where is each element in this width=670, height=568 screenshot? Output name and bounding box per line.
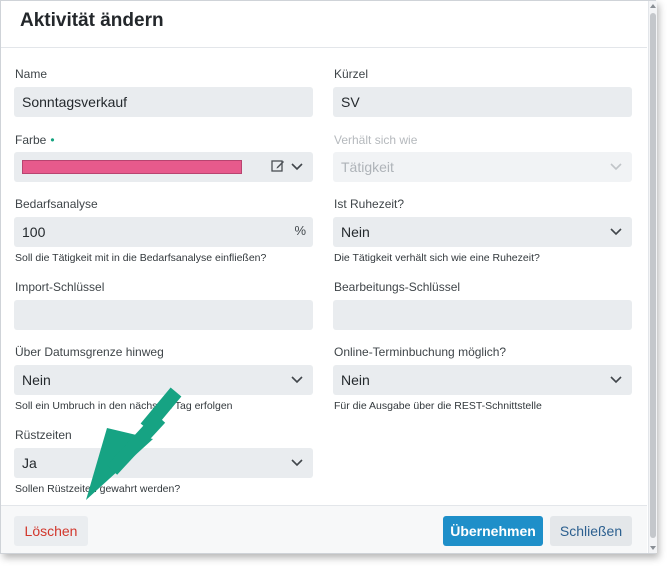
chevron-down-icon <box>610 163 622 171</box>
datumsgrenze-select[interactable]: Nein <box>14 365 313 395</box>
ruhezeit-label: Ist Ruhezeit? <box>334 197 405 211</box>
import-label: Import-Schlüssel <box>15 280 105 294</box>
scrollbar[interactable] <box>648 1 657 553</box>
ruest-label: Rüstzeiten <box>15 428 72 442</box>
farbe-label: Farbe • <box>15 133 55 147</box>
bedarf-value: 100 <box>22 224 46 240</box>
required-marker: • <box>50 133 55 147</box>
ruhezeit-select[interactable]: Nein <box>333 217 632 247</box>
kuerzel-label: Kürzel <box>334 67 369 81</box>
kuerzel-field[interactable]: SV <box>333 87 632 117</box>
ruest-hint: Sollen Rüstzeiten gewahrt werden? <box>15 483 181 495</box>
verhaelt-value: Tätigkeit <box>341 159 394 175</box>
chevron-down-icon <box>291 376 303 384</box>
edit-icon[interactable] <box>271 159 285 173</box>
dialog-title: Aktivität ändern <box>20 10 164 31</box>
name-field[interactable]: Sonntagsverkauf <box>14 87 313 117</box>
online-value: Nein <box>341 372 370 388</box>
verhaelt-label: Verhält sich wie <box>334 133 418 147</box>
datumsgrenze-hint: Soll ein Umbruch in den nächsten Tag erf… <box>15 400 233 412</box>
chevron-down-icon[interactable] <box>291 161 303 171</box>
apply-button[interactable]: Übernehmen <box>443 516 543 546</box>
ruhezeit-value: Nein <box>341 224 370 240</box>
delete-button[interactable]: Löschen <box>14 516 88 546</box>
scroll-thumb[interactable] <box>650 13 656 538</box>
farbe-label-text: Farbe <box>15 133 47 147</box>
bearbeitung-label: Bearbeitungs-Schlüssel <box>334 280 461 294</box>
bedarf-input[interactable]: 100 % <box>14 217 313 247</box>
kuerzel-value: SV <box>341 94 360 110</box>
chevron-down-icon <box>610 376 622 384</box>
name-label: Name <box>15 67 48 81</box>
bedarf-label: Bedarfsanalyse <box>15 197 98 211</box>
chevron-down-icon <box>291 459 303 467</box>
online-booking-select[interactable]: Nein <box>333 365 632 395</box>
online-hint: Für die Ausgabe über die REST-Schnittste… <box>334 400 542 412</box>
close-button[interactable]: Schließen <box>550 516 632 546</box>
verhaelt-select: Tätigkeit <box>333 152 632 182</box>
scroll-up-arrow-icon[interactable] <box>650 4 656 8</box>
online-label: Online-Terminbuchung möglich? <box>334 345 507 359</box>
datumsgrenze-value: Nein <box>22 372 51 388</box>
datumsgrenze-label: Über Datumsgrenze hinweg <box>15 345 164 359</box>
ruest-value: Ja <box>22 455 37 471</box>
percent-unit: % <box>294 223 306 238</box>
header-divider <box>1 47 647 48</box>
name-value: Sonntagsverkauf <box>22 94 128 110</box>
scroll-down-arrow-icon[interactable] <box>650 546 656 550</box>
color-swatch <box>22 160 242 174</box>
color-picker[interactable] <box>14 152 313 182</box>
bedarf-hint: Soll die Tätigkeit mit in die Bedarfsana… <box>15 252 267 264</box>
ruestzeiten-select[interactable]: Ja <box>14 448 313 478</box>
ruhezeit-hint: Die Tätigkeit verhält sich wie eine Ruhe… <box>334 252 540 264</box>
chevron-down-icon <box>610 228 622 236</box>
import-key-input[interactable] <box>14 300 313 330</box>
edit-activity-dialog: Aktivität ändern Name Sonntagsverkauf Kü… <box>0 0 657 554</box>
bearbeitung-key-input[interactable] <box>333 300 632 330</box>
